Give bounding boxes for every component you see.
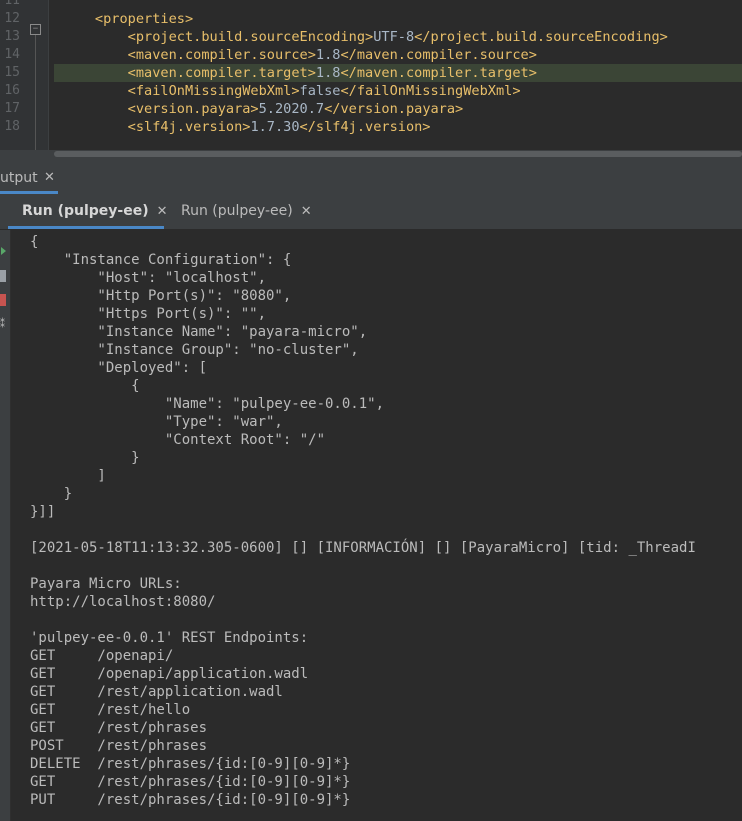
xml-close-tag: </slf4j.version> [299, 119, 431, 135]
console-line: http://localhost:8080/ [30, 594, 216, 610]
xml-close-tag: </project.build.sourceEncoding> [414, 29, 668, 45]
console-line: 'pulpey-ee-0.0.1' REST Endpoints: [30, 630, 309, 646]
console-line: { [30, 378, 140, 394]
xml-value: false [299, 83, 341, 99]
console-line: GET /rest/phrases [30, 720, 208, 736]
code-line-current[interactable]: <maven.compiler.target>1.8</maven.compil… [54, 64, 742, 82]
xml-value: UTF-8 [373, 29, 415, 45]
console-line: ] [30, 468, 106, 484]
line-number: 15 [4, 65, 20, 80]
console-output[interactable]: { "Instance Configuration": { "Host": "l… [12, 230, 742, 821]
xml-value: 5.2020.7 [258, 101, 325, 117]
xml-close-tag: </failOnMissingWebXml> [340, 83, 521, 99]
console-line: DELETE /rest/phrases/{id:[0-9][0-9]*} [30, 756, 351, 772]
tab-label: Run (pulpey-ee) [22, 203, 149, 219]
tab-run-pulpey-ee-active[interactable]: Run (pulpey-ee) ✕ [22, 195, 168, 229]
tab-label: Run (pulpey-ee) [181, 203, 293, 219]
tab-run-pulpey-ee[interactable]: Run (pulpey-ee) ✕ [181, 195, 312, 229]
close-icon[interactable]: ✕ [44, 170, 55, 185]
xml-close-tag: </maven.compiler.source> [340, 47, 537, 63]
minus-fold-icon[interactable]: − [30, 24, 41, 35]
console-line: GET /rest/phrases/{id:[0-9][0-9]*} [30, 774, 351, 790]
output-panel-header [0, 159, 742, 196]
close-icon[interactable]: ✕ [301, 204, 312, 219]
pin-icon[interactable] [0, 270, 6, 282]
console-line: "Type": "war", [30, 414, 283, 430]
code-line[interactable]: <version.payara>5.2020.7</version.payara… [54, 100, 742, 118]
console-toolbar: ⁑ [0, 230, 11, 821]
xml-close-tag: </maven.compiler.target> [340, 65, 537, 81]
console-line: { [30, 234, 39, 250]
code-editor[interactable]: 11 12 13 14 15 16 17 18 − <properties> <project… [0, 0, 742, 150]
console-line: "Host": "localhost", [30, 270, 267, 286]
active-tab-indicator [8, 226, 164, 229]
line-number: 11 [4, 0, 20, 8]
fold-gutter [24, 0, 49, 150]
line-number: 16 [4, 83, 20, 98]
line-number: 17 [4, 101, 20, 116]
code-line[interactable]: <failOnMissingWebXml>false</failOnMissin… [54, 82, 742, 100]
output-panel-title[interactable]: utput [0, 170, 38, 186]
console-line: GET /rest/hello [30, 702, 191, 718]
console-line: } [30, 486, 73, 502]
xml-close-tag: </version.payara> [324, 101, 464, 117]
line-number: 13 [4, 29, 20, 44]
console-line: "Instance Name": "payara-micro", [30, 324, 368, 340]
code-line[interactable]: <project.build.sourceEncoding>UTF-8</pro… [54, 28, 742, 46]
close-icon[interactable]: ✕ [157, 204, 168, 219]
stop-icon[interactable] [0, 294, 6, 306]
xml-open-tag: <version.payara> [127, 101, 259, 117]
fold-guide [35, 35, 36, 150]
console-line: "Deployed": [ [30, 360, 208, 376]
console-line: "Http Port(s)": "8080", [30, 288, 292, 304]
console-line: } [30, 450, 140, 466]
xml-open-tag: <maven.compiler.target> [127, 65, 316, 81]
xml-open-tag: <failOnMissingWebXml> [127, 83, 300, 99]
console-line: "Context Root": "/" [30, 432, 326, 448]
xml-value: 1.7.30 [250, 119, 300, 135]
console-line: GET /openapi/ [30, 648, 174, 664]
rerun-icon[interactable] [1, 247, 6, 255]
line-number: 18 [4, 119, 20, 134]
console-line: }]] [30, 504, 56, 520]
console-line: "Https Port(s)": "", [30, 306, 267, 322]
xml-open-tag: <properties> [94, 11, 194, 27]
line-number: 14 [4, 47, 20, 62]
output-tab-indicator [0, 191, 58, 194]
console-line: PUT /rest/phrases/{id:[0-9][0-9]*} [30, 792, 351, 808]
console-line: GET /rest/application.wadl [30, 684, 283, 700]
xml-value: 1.8 [315, 65, 341, 81]
console-line: Payara Micro URLs: [30, 576, 182, 592]
run-tab-bar: Run (pulpey-ee) ✕ Run (pulpey-ee) ✕ [0, 195, 742, 230]
line-number: 12 [4, 11, 20, 26]
xml-open-tag: <project.build.sourceEncoding> [127, 29, 374, 45]
console-line: POST /rest/phrases [30, 738, 208, 754]
code-line[interactable]: <properties> [54, 10, 742, 28]
code-line[interactable]: <maven.compiler.source>1.8</maven.compil… [54, 46, 742, 64]
xml-open-tag: <maven.compiler.source> [127, 47, 316, 63]
console-line: [2021-05-18T11:13:32.305-0600] [] [INFOR… [30, 540, 696, 556]
console-line: GET /openapi/application.wadl [30, 666, 309, 682]
console-line: "Instance Group": "no-cluster", [30, 342, 359, 358]
code-line[interactable]: <slf4j.version>1.7.30</slf4j.version> [54, 118, 742, 136]
editor-scrollbar-thumb[interactable] [54, 151, 742, 157]
console-line: "Instance Configuration": { [30, 252, 292, 268]
xml-open-tag: <slf4j.version> [127, 119, 251, 135]
settings-icon[interactable]: ⁑ [0, 320, 6, 330]
xml-value: 1.8 [315, 47, 341, 63]
console-line: "Name": "pulpey-ee-0.0.1", [30, 396, 385, 412]
